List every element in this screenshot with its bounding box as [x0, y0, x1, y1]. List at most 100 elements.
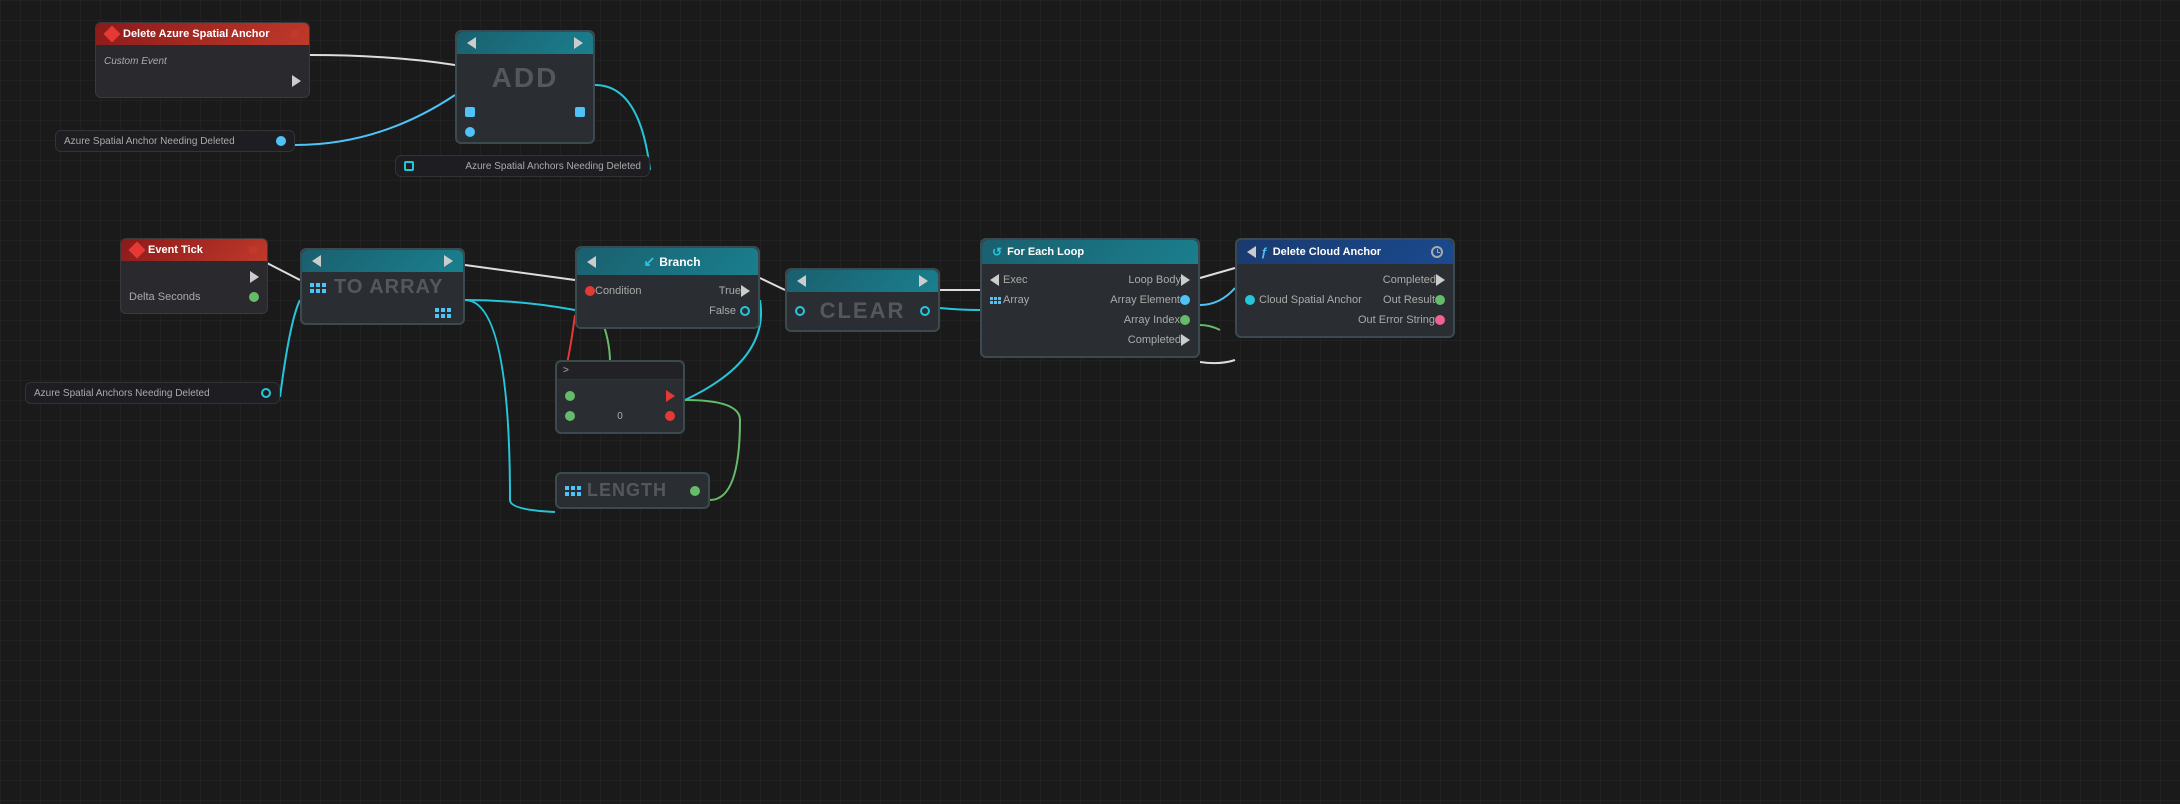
add-title: ADD	[492, 62, 559, 93]
loop-body-pin	[1181, 274, 1190, 286]
tick-icon	[129, 242, 146, 259]
loop-icon: ↺	[992, 245, 1002, 259]
for-each-title: For Each Loop	[1007, 246, 1188, 258]
fe-array-grid	[990, 297, 1001, 304]
dc-completed-label: Completed	[1383, 274, 1436, 286]
for-each-loop-node: ↺ For Each Loop Exec Loop Body Array Arr…	[980, 238, 1200, 358]
clear-content: CLEAR	[787, 292, 938, 330]
to-array-title: TO ARRAY	[334, 276, 444, 299]
event-tick-node: Event Tick Delta Seconds	[120, 238, 268, 314]
fe-completed-label: Completed	[1128, 334, 1181, 346]
exec-out-pin	[292, 75, 301, 87]
branch-icon: ↙	[643, 253, 655, 270]
for-each-body: Exec Loop Body Array Array Element Array…	[982, 264, 1198, 356]
array-element-pin	[1180, 295, 1190, 305]
add-item-in	[465, 127, 475, 137]
cmp-out	[666, 390, 675, 402]
delete-azure-title: Delete Azure Spatial Anchor	[123, 28, 270, 40]
clock-icon	[1431, 246, 1443, 258]
delta-pin	[249, 292, 259, 302]
out-error-pin	[1435, 315, 1445, 325]
clear-exec-out	[919, 275, 928, 287]
cloud-anchor-label: Cloud Spatial Anchor	[1259, 294, 1362, 306]
true-exec-out	[741, 285, 750, 297]
dc-completed-pin	[1436, 274, 1445, 286]
delete-cloud-header-left: ƒ Delete Cloud Anchor	[1247, 245, 1381, 259]
compare-header: >	[557, 362, 683, 380]
branch-false-row: False	[577, 301, 758, 321]
delta-row: Delta Seconds	[121, 287, 267, 307]
add-node: ADD	[455, 30, 595, 144]
delete-azure-subtitle-row: Custom Event	[96, 51, 309, 71]
condition-label: Condition	[595, 285, 641, 297]
array-label: Array	[1003, 294, 1029, 306]
fe-completed-pin	[1181, 334, 1190, 346]
delta-label: Delta Seconds	[129, 291, 201, 303]
length-title: LENGTH	[587, 480, 667, 501]
add-array-in	[465, 107, 475, 117]
out-error-label: Out Error String	[1358, 314, 1435, 326]
anchors-var2-label: Azure Spatial Anchors Needing Deleted	[34, 388, 210, 399]
branch-body: Condition True False	[577, 275, 758, 327]
compare-top-row	[557, 386, 683, 406]
out-result-label: Out Result	[1383, 294, 1435, 306]
anchor-var-pin	[276, 136, 286, 146]
length-node: LENGTH	[555, 472, 710, 509]
event-icon	[104, 26, 121, 43]
zero-label: 0	[617, 411, 623, 422]
tick-exec-row	[121, 267, 267, 287]
true-label: True	[719, 285, 741, 297]
index-row: Array Index	[982, 310, 1198, 330]
exec-row: Exec Loop Body	[982, 270, 1198, 290]
fe-exec-in	[990, 274, 999, 286]
add-header	[457, 32, 593, 54]
tick-red-square	[249, 246, 257, 254]
length-grid	[565, 486, 581, 496]
length-out-pin	[690, 486, 700, 496]
to-array-node: TO ARRAY	[300, 248, 465, 325]
add-input-row	[457, 102, 593, 122]
loop-body-label: Loop Body	[1128, 274, 1181, 286]
false-label: False	[709, 305, 736, 317]
to-array-header	[302, 250, 463, 272]
add-exec-in	[467, 37, 476, 49]
dc-exec-in	[1247, 246, 1256, 258]
condition-pin	[585, 286, 595, 296]
anchors-var1-pin-in	[404, 161, 414, 171]
delete-cloud-header: ƒ Delete Cloud Anchor	[1237, 240, 1453, 264]
cloud-anchor-row: Cloud Spatial Anchor Out Result	[1237, 290, 1453, 310]
array-element-label: Array Element	[1110, 294, 1180, 306]
anchor-var-node: Azure Spatial Anchor Needing Deleted	[55, 130, 295, 152]
event-tick-body: Delta Seconds	[121, 261, 267, 313]
delete-azure-body: Custom Event	[96, 45, 309, 97]
delete-azure-header: Delete Azure Spatial Anchor	[96, 23, 309, 45]
for-each-header: ↺ For Each Loop	[982, 240, 1198, 264]
add-item-row	[457, 122, 593, 142]
delete-cloud-node: ƒ Delete Cloud Anchor Completed Cloud Sp…	[1235, 238, 1455, 338]
branch-exec-in	[587, 256, 596, 268]
branch-title-area: ↙ Branch	[643, 253, 700, 270]
array-index-label: Array Index	[1124, 314, 1180, 326]
add-array-out	[575, 107, 585, 117]
event-tick-title: Event Tick	[148, 244, 203, 256]
exec-label: Exec	[1003, 274, 1027, 286]
delete-azure-subtitle: Custom Event	[104, 56, 167, 67]
false-pin	[740, 306, 750, 316]
anchors-var2-pin	[261, 388, 271, 398]
anchor-var-label: Azure Spatial Anchor Needing Deleted	[64, 136, 235, 147]
cmp-red-out	[665, 411, 675, 421]
add-exec-out	[574, 37, 583, 49]
length-content: LENGTH	[557, 474, 708, 507]
delete-cloud-title: Delete Cloud Anchor	[1273, 246, 1381, 258]
compare-node: > 0	[555, 360, 685, 434]
compare-body: 0	[557, 380, 683, 432]
clear-header	[787, 270, 938, 292]
anchor-var-row: Azure Spatial Anchor Needing Deleted	[56, 131, 294, 151]
branch-title: Branch	[659, 255, 700, 269]
fe-completed-row: Completed	[982, 330, 1198, 350]
anchors-var1-row: Azure Spatial Anchors Needing Deleted	[396, 156, 649, 176]
anchors-var1-node: Azure Spatial Anchors Needing Deleted	[395, 155, 650, 177]
compare-header-label: >	[563, 365, 569, 376]
array-out-grid	[435, 308, 451, 318]
cloud-anchor-in	[1245, 295, 1255, 305]
